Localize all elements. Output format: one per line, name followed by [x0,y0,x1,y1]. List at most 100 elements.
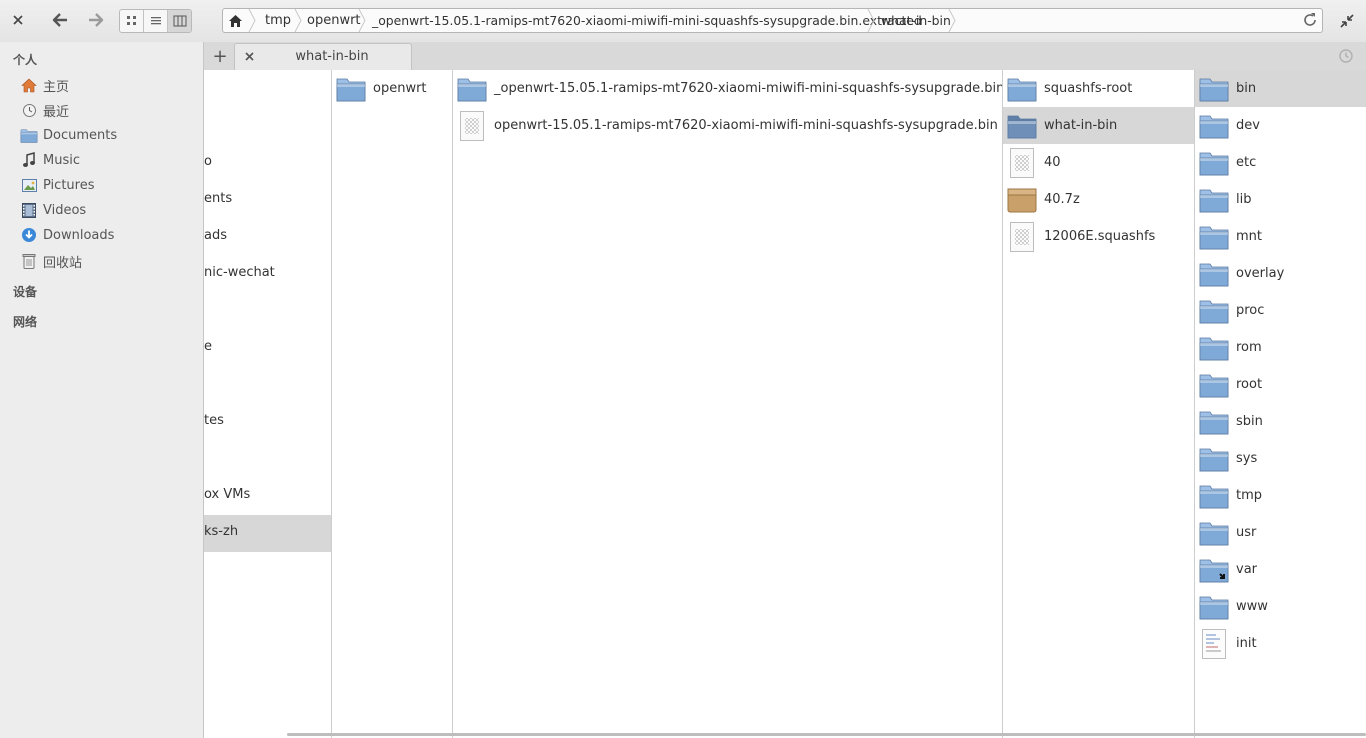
arrow-right-icon [89,13,104,27]
breadcrumb-home[interactable] [223,9,247,32]
list-item-label-partial[interactable]: ents [204,191,232,206]
list-item-label: bin [1236,81,1257,96]
list-item-label: squashfs-root [1044,81,1133,96]
list-item[interactable]: _openwrt-15.05.1-ramips-mt7620-xiaomi-mi… [453,70,1002,107]
folder-symlink-icon [1199,555,1229,585]
list-item[interactable]: what-in-bin [1003,107,1194,144]
list-icon [150,17,161,25]
list-item-label-partial[interactable]: o [204,154,212,169]
list-item[interactable]: www [1195,588,1366,625]
clock-icon [20,101,38,119]
folder-icon [1199,259,1229,289]
list-item[interactable]: mnt [1195,218,1366,255]
breadcrumb-what-in-bin[interactable]: what-in-bin [881,9,951,32]
closed-tabs-history-button[interactable] [1338,48,1354,64]
sidebar-header-personal: 个人 [13,53,38,67]
restore-window-button[interactable] [1338,12,1356,30]
sidebar-item-home[interactable]: 主页 [20,74,69,96]
folder-icon [1199,444,1229,474]
music-note-icon [20,151,38,169]
list-item[interactable]: init [1195,625,1366,662]
list-item[interactable]: overlay [1195,255,1366,292]
list-item-label: root [1236,377,1263,392]
forward-button[interactable] [82,7,110,33]
list-item-label: openwrt [373,81,427,96]
chevron-right-icon [248,9,256,32]
chevron-right-icon [358,9,366,32]
folder-icon [1199,148,1229,178]
list-item-label: init [1236,636,1257,651]
archive-icon [1007,185,1037,215]
sidebar-item-trash[interactable]: 回收站 [20,250,82,272]
icon-view-button[interactable] [120,10,144,32]
list-item[interactable]: dev [1195,107,1366,144]
path-bar[interactable]: tmp openwrt _openwrt-15.05.1-ramips-mt76… [222,8,1323,33]
list-item[interactable]: etc [1195,144,1366,181]
list-item[interactable]: 40 [1003,144,1194,181]
folder-icon [1007,74,1037,104]
home-icon [228,14,242,27]
history-icon [1339,49,1353,63]
list-item-label: dev [1236,118,1260,133]
column-view-button[interactable] [168,10,191,32]
list-item-label: sbin [1236,414,1263,429]
horizontal-scrollbar[interactable] [287,733,1366,736]
list-item-label-partial[interactable]: nic-wechat [204,265,275,280]
list-item-label-partial[interactable]: tes [204,413,224,428]
list-item[interactable]: 12006E.squashfs [1003,218,1194,255]
folder-icon [336,74,366,104]
list-item[interactable]: root [1195,366,1366,403]
new-tab-button[interactable]: + [208,46,232,67]
breadcrumb-extracted[interactable]: _openwrt-15.05.1-ramips-mt7620-xiaomi-mi… [372,9,922,32]
list-item-label-partial[interactable]: ox VMs [204,487,250,502]
sidebar-item-recent[interactable]: 最近 [20,99,69,121]
tab-what-in-bin[interactable]: what-in-bin [234,43,412,70]
column-extracted: squashfs-root what-in-bin 40 40.7z 12006… [1003,70,1195,738]
trash-icon [20,252,38,270]
documents-folder-icon [20,126,38,144]
sidebar-item-music[interactable]: Music [20,149,80,171]
list-item[interactable]: openwrt [332,70,452,107]
list-item-label-partial[interactable]: ads [204,228,227,243]
window-close-button[interactable] [6,7,30,33]
list-item[interactable]: lib [1195,181,1366,218]
list-item[interactable]: bin [1195,70,1366,107]
list-view-button[interactable] [144,10,168,32]
list-item[interactable]: sys [1195,440,1366,477]
list-item[interactable]: rom [1195,329,1366,366]
tab-bar: + what-in-bin [204,42,1366,71]
sidebar-header-network: 网络 [13,315,38,329]
picture-icon [20,176,38,194]
list-item-label: var [1236,562,1258,577]
sidebar-item-documents[interactable]: Documents [20,124,117,146]
list-item[interactable]: tmp [1195,477,1366,514]
list-item[interactable]: usr [1195,514,1366,551]
folder-icon [1007,111,1037,141]
binary-file-icon [1007,221,1037,252]
list-item[interactable]: squashfs-root [1003,70,1194,107]
list-item[interactable]: var [1195,551,1366,588]
list-item[interactable]: 40.7z [1003,181,1194,218]
film-icon [20,201,38,219]
folder-icon [1199,222,1229,252]
list-item-label-partial[interactable]: ks-zh [204,524,238,539]
list-item-label-partial[interactable]: e [204,339,212,354]
breadcrumb-tmp[interactable]: tmp [265,9,291,32]
view-mode-switcher [119,9,192,33]
reload-button[interactable] [1302,12,1318,28]
list-item[interactable]: sbin [1195,403,1366,440]
tab-close-button[interactable] [241,48,257,64]
sidebar-item-videos[interactable]: Videos [20,199,86,221]
folder-icon [1199,111,1229,141]
chevron-right-icon [867,9,875,32]
sidebar-item-pictures[interactable]: Pictures [20,174,94,196]
breadcrumb-openwrt[interactable]: openwrt [307,9,361,32]
list-item-label: www [1236,599,1268,614]
home-icon [20,76,38,94]
list-item[interactable]: proc [1195,292,1366,329]
binary-file-icon [457,110,487,141]
back-button[interactable] [46,7,74,33]
sidebar-item-downloads[interactable]: Downloads [20,224,114,246]
column-tmp: openwrt [332,70,453,738]
list-item[interactable]: openwrt-15.05.1-ramips-mt7620-xiaomi-miw… [453,107,1002,144]
